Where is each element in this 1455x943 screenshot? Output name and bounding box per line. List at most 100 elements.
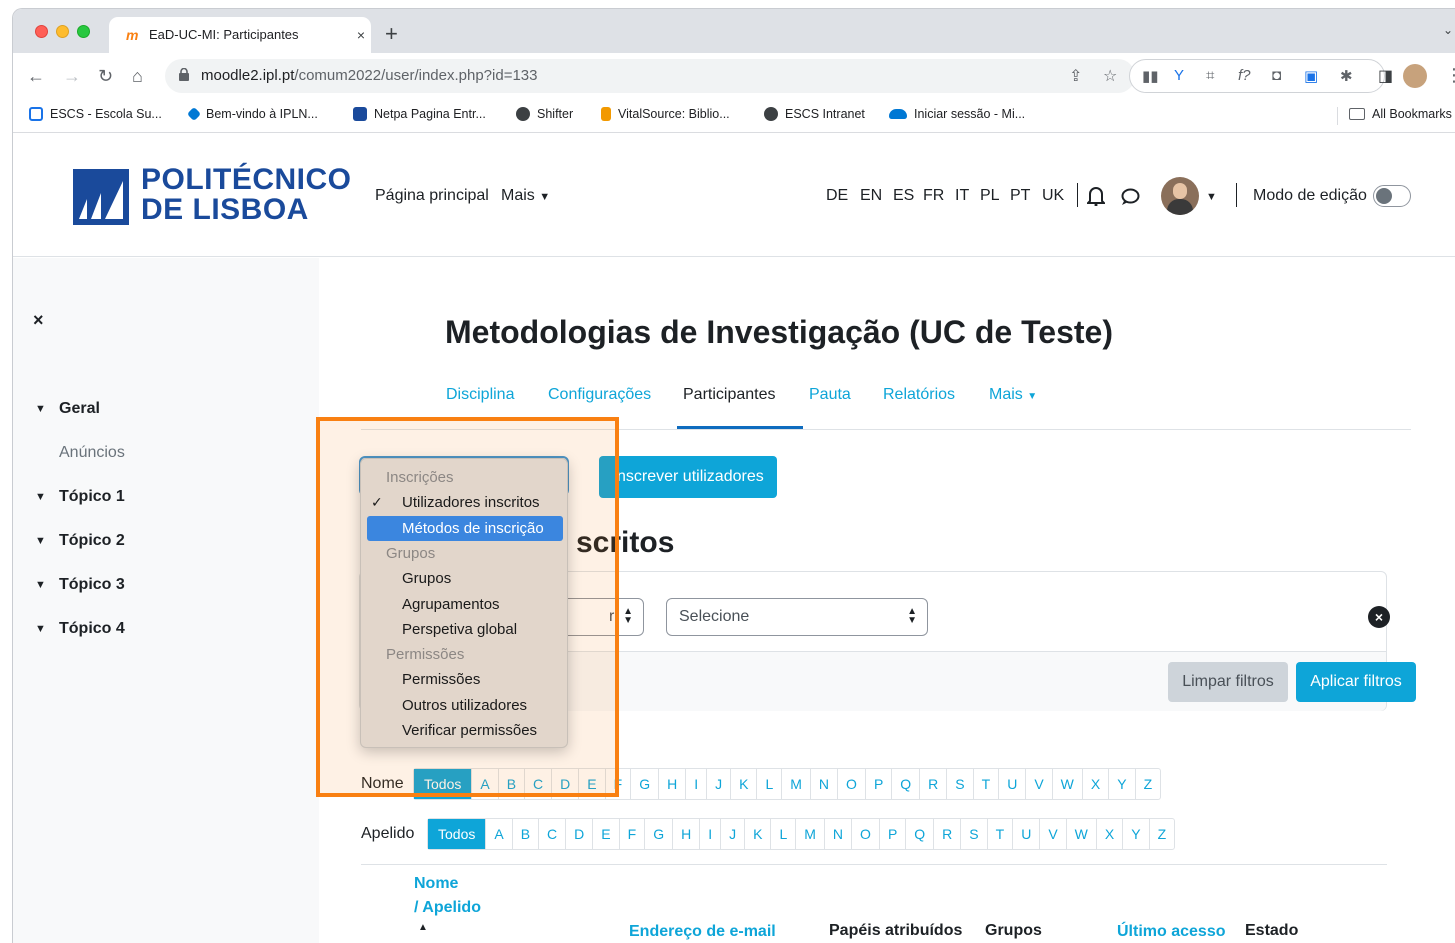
column-header-surname[interactable]: / Apelido [414,899,481,917]
initial-letter-button[interactable]: I [685,769,706,799]
section-topico-4[interactable]: ▼ Tópico 4 [35,620,125,638]
lang-pt[interactable]: PT [1010,187,1030,205]
initial-letter-button[interactable]: A [471,769,497,799]
column-header-email[interactable]: Endereço de e-mail [629,923,776,941]
initial-letter-button[interactable]: H [658,769,685,799]
initial-letter-button[interactable]: Q [891,769,919,799]
apply-filters-button[interactable]: Aplicar filtros [1296,662,1416,702]
section-geral[interactable]: ▼ Geral [35,400,100,418]
column-header-last-access[interactable]: Último acesso [1117,923,1225,941]
initial-letter-button[interactable]: T [986,819,1013,849]
browser-menu-icon[interactable]: ⋮ [1445,65,1455,86]
lang-it[interactable]: IT [955,187,969,205]
user-avatar[interactable] [1161,177,1199,215]
extension-frame-icon[interactable]: ⌗ [1206,67,1214,84]
initial-letter-button[interactable]: V [1039,819,1065,849]
lang-uk[interactable]: UK [1042,187,1064,205]
bookmark-item[interactable]: VitalSource: Biblio... [601,107,730,121]
bookmark-item[interactable]: Bem-vindo à IPLN... [186,106,318,122]
initial-letter-button[interactable]: U [998,769,1025,799]
section-topico-2[interactable]: ▼ Tópico 2 [35,532,125,550]
initial-letter-button[interactable]: M [781,769,810,799]
initial-all-button[interactable]: Todos [428,819,486,849]
initial-letter-button[interactable]: N [809,769,837,799]
close-window-button[interactable] [35,25,48,38]
initial-letter-button[interactable]: I [699,819,720,849]
tab-disciplina[interactable]: Disciplina [446,386,514,404]
initial-letter-button[interactable]: G [630,769,658,799]
clear-filters-button[interactable]: Limpar filtros [1168,662,1288,702]
edit-mode-toggle[interactable] [1373,185,1411,207]
initial-letter-button[interactable]: D [565,819,592,849]
extension-screenshot-icon[interactable]: ▣ [1304,67,1318,85]
home-icon[interactable]: ⌂ [132,66,143,86]
side-panel-icon[interactable]: ◨ [1378,66,1393,86]
initial-letter-button[interactable]: J [706,769,730,799]
bookmark-item[interactable]: Shifter [516,107,573,121]
initial-all-button[interactable]: Todos [414,769,472,799]
all-bookmarks-button[interactable]: All Bookmarks [1349,107,1452,121]
new-tab-button[interactable]: + [385,23,398,45]
initial-letter-button[interactable]: A [485,819,511,849]
tab-relatorios[interactable]: Relatórios [883,386,955,404]
minimize-window-button[interactable] [56,25,69,38]
initial-letter-button[interactable]: W [1065,819,1096,849]
dropdown-option[interactable]: Agrupamentos [361,592,567,617]
lang-de[interactable]: DE [826,187,848,205]
initial-letter-button[interactable]: L [756,769,781,799]
tab-mais[interactable]: Mais ▼ [989,386,1037,404]
initial-letter-button[interactable]: S [960,819,986,849]
initial-letter-button[interactable]: O [837,769,865,799]
messages-icon[interactable] [1121,188,1140,206]
initial-letter-button[interactable]: X [1081,769,1108,799]
initial-letter-button[interactable]: U [1012,819,1039,849]
extensions-puzzle-icon[interactable]: ✱ [1340,67,1353,85]
bookmark-star-icon[interactable]: ☆ [1103,66,1117,86]
initial-letter-button[interactable]: N [823,819,851,849]
profile-avatar[interactable] [1403,64,1427,88]
tab-configuracoes[interactable]: Configurações [548,386,651,404]
initial-letter-button[interactable]: D [551,769,578,799]
initial-letter-button[interactable]: R [933,819,960,849]
initial-letter-button[interactable]: K [744,819,770,849]
reload-icon[interactable]: ↻ [98,66,113,86]
section-topico-1[interactable]: ▼ Tópico 1 [35,488,125,506]
maximize-window-button[interactable] [77,25,90,38]
dropdown-option[interactable]: ✓ Utilizadores inscritos [361,490,567,515]
nav-home-link[interactable]: Página principal [375,187,489,205]
column-header-name[interactable]: Nome [414,875,458,893]
extension-formula-icon[interactable]: f? [1238,67,1251,84]
tab-search-chevron-icon[interactable]: ⌄ [1443,23,1453,37]
initial-letter-button[interactable]: V [1025,769,1051,799]
initial-letter-button[interactable]: B [511,819,538,849]
filter-type-select[interactable]: Selecione ▲ ▼ [666,598,928,636]
initial-letter-button[interactable]: R [919,769,946,799]
initial-letter-button[interactable]: T [972,769,999,799]
lang-fr[interactable]: FR [923,187,944,205]
bookmark-item[interactable]: ESCS - Escola Su... [29,107,162,121]
initial-letter-button[interactable]: P [878,819,905,849]
initial-letter-button[interactable]: Y [1108,769,1134,799]
dropdown-option[interactable]: Permissões [361,667,567,692]
initial-letter-button[interactable]: S [946,769,972,799]
extension-y-icon[interactable]: Y [1174,67,1184,84]
initial-letter-button[interactable]: W [1051,769,1082,799]
extension-bars-icon[interactable]: ▮▮ [1142,67,1159,85]
initial-letter-button[interactable]: Y [1122,819,1148,849]
bookmark-item[interactable]: Iniciar sessão - Mi... [889,107,1025,121]
back-arrow-icon[interactable]: ← [27,66,45,86]
initial-letter-button[interactable]: E [592,819,618,849]
nav-more-menu[interactable]: Mais ▼ [501,187,550,205]
section-item-anuncios[interactable]: Anúncios [59,444,125,462]
forward-arrow-icon[interactable]: → [63,66,81,86]
address-bar[interactable]: moodle2.ipl.pt/comum2022/user/index.php?… [165,59,1135,93]
initial-letter-button[interactable]: E [578,769,604,799]
initial-letter-button[interactable]: O [851,819,879,849]
initial-letter-button[interactable]: F [618,819,645,849]
initial-letter-button[interactable]: L [770,819,795,849]
initial-letter-button[interactable]: Z [1134,769,1161,799]
initial-letter-button[interactable]: B [497,769,524,799]
initial-letter-button[interactable]: G [644,819,672,849]
tab-close-icon[interactable]: × [351,25,371,45]
extension-camera-icon[interactable]: ◘ [1272,67,1281,84]
